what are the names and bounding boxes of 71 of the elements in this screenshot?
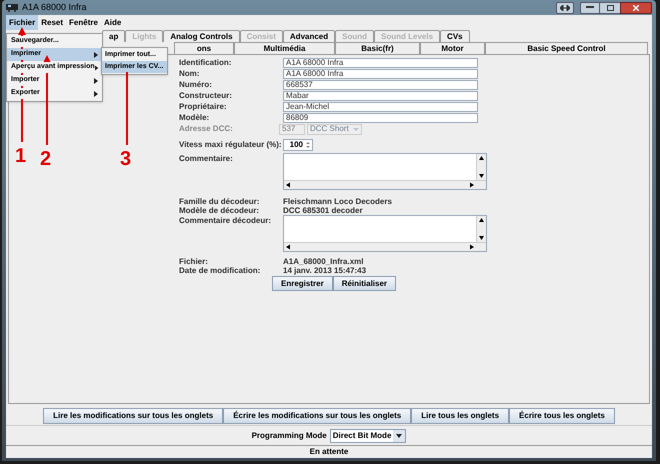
menu-item[interactable]: Aide	[100, 15, 124, 30]
submenu-arrow-icon	[94, 90, 98, 96]
tab[interactable]: ons	[174, 42, 234, 54]
submenu-arrow-icon	[94, 78, 98, 84]
form-button[interactable]: Réinitialiser	[332, 276, 396, 291]
tab[interactable]: Basic Speed Control	[485, 42, 648, 54]
field-label: Vitess maxi régulateur (%):	[179, 139, 283, 151]
text-field[interactable]: Mabar	[283, 90, 478, 100]
tab[interactable]: Analog Controls	[163, 30, 240, 42]
text-field[interactable]: Jean-Michel	[283, 102, 478, 112]
scroll-up-icon[interactable]	[477, 154, 486, 162]
minimize-icon	[586, 6, 594, 9]
speed-spinner[interactable]: 100	[283, 139, 313, 151]
field-label: Propriétaire:	[179, 100, 228, 112]
double-arrow-icon	[560, 4, 570, 10]
field-label: Numéro:	[179, 78, 213, 90]
spinner-arrows-icon	[304, 140, 312, 150]
close-icon	[633, 4, 639, 10]
annotation-number: 1	[15, 146, 26, 166]
minimize-button[interactable]	[580, 2, 600, 14]
text-field[interactable]: A1A 68000 Infra	[283, 68, 478, 78]
status-text: En attente	[310, 446, 348, 458]
text-field[interactable]: 668537	[283, 80, 478, 90]
scroll-left-icon[interactable]	[284, 181, 292, 189]
bottom-button[interactable]: Écrire tous les onglets	[509, 408, 615, 424]
menu-item[interactable]: Fichier	[6, 15, 38, 30]
field-label: Famille du décodeur:	[179, 196, 260, 207]
scroll-right-icon[interactable]	[468, 243, 476, 251]
field-value: 14 janv. 2013 15:47:43	[283, 265, 366, 276]
field-label: Modèle de décodeur:	[179, 204, 260, 216]
tab[interactable]: Motor	[420, 42, 485, 54]
maximize-icon	[606, 4, 614, 10]
field-label: Identification:	[179, 56, 232, 68]
tab[interactable]: Multimédia	[234, 42, 335, 54]
bottom-button[interactable]: Écrire les modifications sur tous les onglets	[223, 408, 412, 424]
bottom-button[interactable]: Lire les modifications sur tous les onglets	[43, 408, 224, 424]
field-label: Fichier:	[179, 256, 209, 267]
menu-item[interactable]: Fenêtre	[66, 15, 101, 30]
form-button[interactable]: Enregistrer	[272, 276, 333, 291]
scroll-right-icon[interactable]	[468, 181, 476, 189]
tab[interactable]: Advanced	[282, 30, 336, 42]
submenu-arrow-icon	[94, 52, 98, 58]
field-value: Fleischmann Loco Decoders	[283, 196, 392, 207]
close-button[interactable]	[620, 2, 652, 14]
annotation-number: 2	[40, 149, 52, 169]
scroll-up-icon[interactable]	[477, 216, 486, 224]
text-field[interactable]: A1A 68000 Infra	[283, 58, 478, 68]
field-label: Modèle:	[179, 112, 210, 124]
programming-mode-dropdown[interactable]: Direct Bit Mode	[330, 428, 406, 442]
submenu-arrow-icon	[94, 64, 98, 70]
train-icon	[6, 3, 18, 12]
scroll-left-icon[interactable]	[284, 243, 292, 251]
tab[interactable]: ap	[102, 30, 126, 42]
tab[interactable]: CVs	[440, 30, 470, 42]
field-value: A1A_68000_Infra.xml	[283, 256, 364, 267]
resize-button[interactable]	[556, 2, 574, 14]
field-value: DCC 685301 decoder	[283, 204, 363, 216]
field-label: Commentaire:	[179, 153, 234, 165]
field-label: Adresse DCC:	[179, 123, 234, 135]
tab[interactable]: Basic(fr)	[335, 42, 420, 54]
window-title: A1A 68000 Infra	[22, 0, 87, 14]
field-label: Nom:	[179, 68, 200, 80]
field-label: Commentaire décodeur:	[179, 215, 272, 227]
field-label: Date de modification:	[179, 264, 262, 276]
programming-mode-label: Programming Mode	[252, 430, 327, 442]
text-field[interactable]: 86809	[283, 112, 478, 122]
menu-item[interactable]: Reset	[38, 15, 66, 30]
maximize-button[interactable]	[600, 2, 620, 14]
bottom-button[interactable]: Lire tous les onglets	[411, 408, 510, 424]
field-label: Constructeur:	[179, 90, 233, 102]
annotation-number: 3	[120, 149, 132, 169]
